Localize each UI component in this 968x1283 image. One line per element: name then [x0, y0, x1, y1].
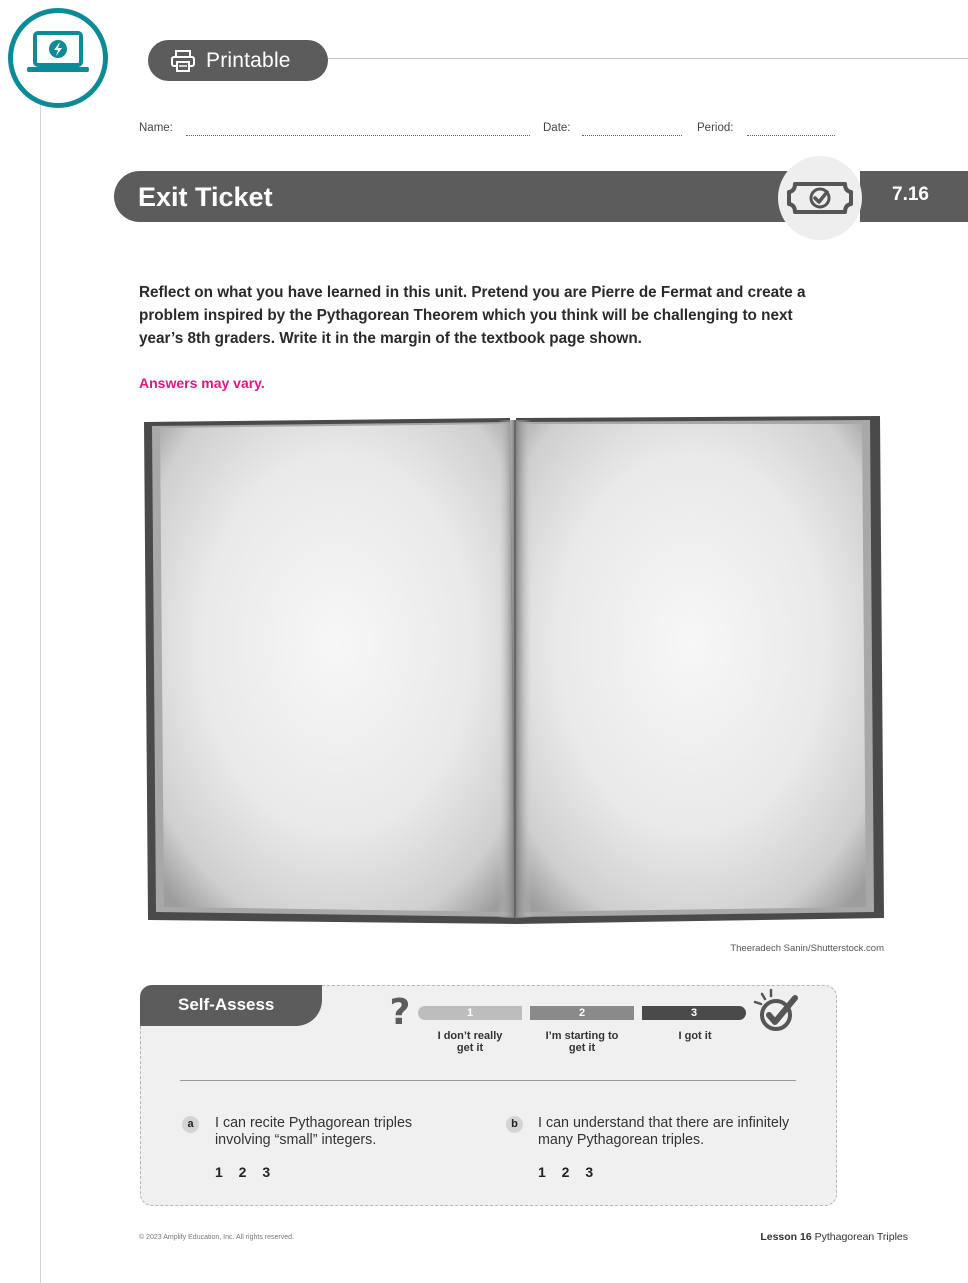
item-a-rating[interactable]: 1 2 3 [215, 1164, 270, 1180]
top-rule [326, 58, 968, 59]
period-field[interactable] [747, 135, 835, 136]
image-credit: Theeradech Sanin/Shutterstock.com [730, 943, 884, 954]
left-margin-rule [40, 100, 41, 1283]
ticket-badge [778, 156, 862, 240]
svg-text:?: ? [390, 992, 411, 1030]
copyright-text: © 2023 Amplify Education, Inc. All right… [139, 1234, 294, 1241]
digital-lesson-badge [8, 8, 108, 108]
printer-icon [171, 49, 195, 72]
period-label: Period: [697, 122, 734, 134]
scale-label-1: I don’t really get it [437, 1030, 503, 1054]
exit-ticket-title: Exit Ticket [138, 182, 273, 212]
date-field[interactable] [582, 135, 682, 136]
prompt-text: Reflect on what you have learned in this… [139, 284, 806, 347]
date-label: Date: [543, 122, 571, 134]
item-b-rating[interactable]: 1 2 3 [538, 1164, 593, 1180]
open-book-image [138, 412, 888, 932]
printable-label: Printable [206, 48, 291, 72]
laptop-lightning-icon [27, 31, 89, 72]
name-label: Name: [139, 122, 173, 134]
item-letter-a: a [182, 1116, 199, 1133]
item-b-statement: I can understand that there are infinite… [538, 1115, 790, 1148]
scale-number: 1 [466, 1007, 474, 1019]
lesson-label: Lesson 16 [760, 1231, 812, 1243]
printable-badge: Printable [148, 40, 328, 81]
lesson-title: Pythagorean Triples [814, 1231, 908, 1243]
lesson-footer: Lesson 16 Pythagorean Triples [600, 1231, 908, 1243]
self-assess-divider [180, 1080, 796, 1081]
scale-segment-2: 2 [530, 1006, 634, 1020]
ticket-check-icon [787, 182, 853, 214]
scale-number: 3 [690, 1007, 698, 1019]
scale-segment-1: 1 [418, 1006, 522, 1020]
item-letter-b: b [506, 1116, 523, 1133]
item-a-statement: I can recite Pythagorean triples involvi… [215, 1115, 413, 1148]
lesson-number: 7.16 [892, 184, 929, 205]
scale-label-2: I’m starting to get it [545, 1030, 619, 1054]
exit-ticket-header: Exit Ticket [114, 171, 834, 222]
self-assess-title: Self-Assess [140, 985, 322, 1026]
scale-label-3: I got it [678, 1030, 712, 1042]
scale-number: 2 [578, 1007, 586, 1019]
answer-note: Answers may vary. [139, 375, 265, 391]
question-mark-icon: ? [390, 992, 411, 1030]
scale-segment-3: 3 [642, 1006, 746, 1020]
got-it-check-icon [753, 988, 798, 1031]
name-field[interactable] [186, 135, 530, 136]
